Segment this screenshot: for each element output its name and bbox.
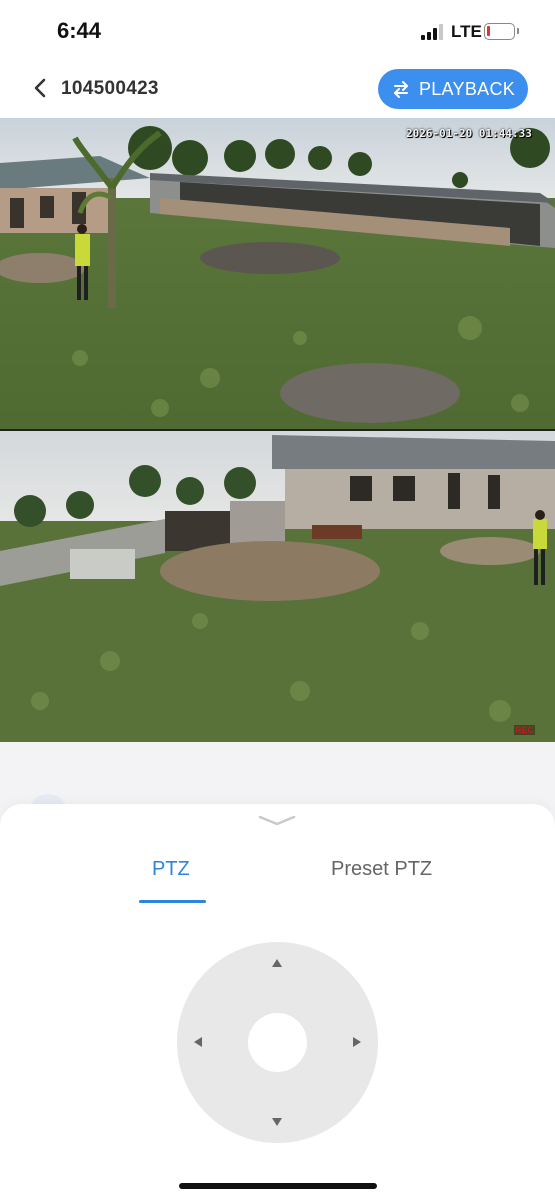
chevron-left-icon (34, 78, 46, 98)
status-bar: 6:44 LTE (0, 0, 555, 62)
nav-bar: 104500423 PLAYBACK (0, 62, 555, 118)
tab-ptz[interactable]: PTZ (152, 858, 190, 881)
playback-label: PLAYBACK (418, 78, 516, 99)
swap-arrows-icon (393, 81, 408, 98)
feed-timestamp: 2026-01-20 01:44:33 (406, 127, 532, 140)
camera-scene-top (0, 118, 555, 429)
arrow-left-icon[interactable] (194, 1037, 202, 1047)
tab-preset-ptz[interactable]: Preset PTZ (331, 858, 432, 881)
arrow-right-icon[interactable] (353, 1037, 361, 1047)
battery-level (487, 26, 490, 36)
camera-feed-top[interactable] (0, 118, 555, 429)
arrow-down-icon[interactable] (272, 1118, 282, 1126)
ptz-center-button[interactable] (248, 1013, 307, 1072)
chevron-down-icon[interactable] (258, 814, 296, 828)
battery-icon (484, 23, 515, 40)
active-tab-indicator (139, 900, 206, 903)
camera-scene-bottom (0, 431, 555, 742)
arrow-up-icon[interactable] (272, 959, 282, 967)
ptz-direction-pad[interactable] (177, 942, 378, 1143)
rec-badge: REC (514, 725, 536, 735)
cellular-signal-icon (421, 24, 443, 40)
camera-feed-bottom[interactable] (0, 431, 555, 742)
home-indicator (179, 1183, 377, 1189)
device-id-title: 104500423 (61, 78, 159, 99)
network-type: LTE (451, 22, 482, 41)
ptz-panel: PTZ Preset PTZ (0, 804, 555, 1200)
status-time: 6:44 (57, 18, 102, 43)
video-empty-area (0, 742, 555, 812)
battery-cap (517, 28, 519, 34)
back-button[interactable] (28, 74, 56, 102)
playback-button[interactable]: PLAYBACK (378, 69, 528, 109)
